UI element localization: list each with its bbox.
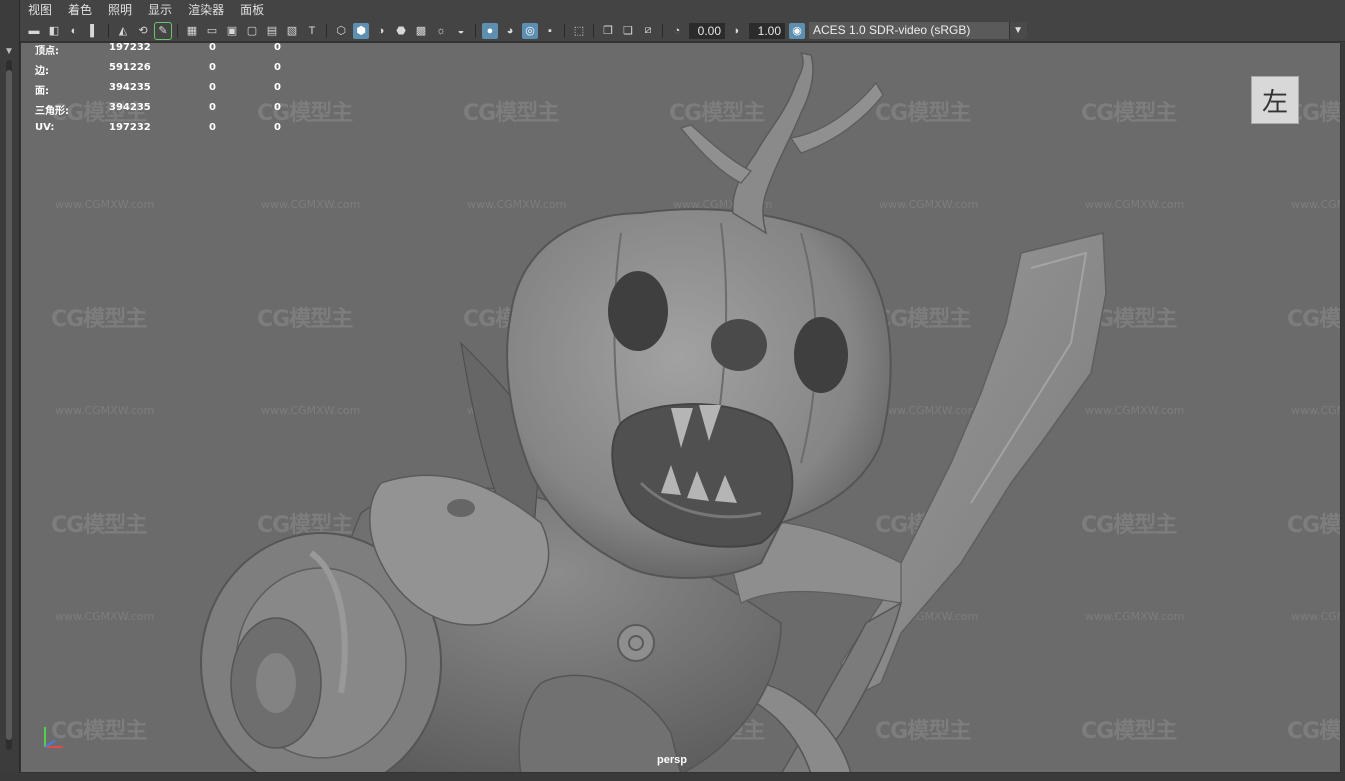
safe-title-icon[interactable]: T xyxy=(304,23,320,39)
gamma-field[interactable]: 1.00 xyxy=(749,22,785,39)
resolution-gate-icon[interactable]: ▣ xyxy=(224,23,240,39)
gate-mask-icon[interactable]: ▢ xyxy=(244,23,260,39)
hud-row-faces: 面: 394235 0 0 xyxy=(35,82,281,97)
2d-pan-zoom-icon[interactable]: ⟲ xyxy=(135,23,151,39)
pumpkin-head xyxy=(506,208,892,579)
motion-blur-icon[interactable]: ◕ xyxy=(502,23,518,39)
textured-icon[interactable]: ▩ xyxy=(413,23,429,39)
menu-show[interactable]: 显示 xyxy=(140,0,180,20)
bookmark-icon[interactable]: ▌ xyxy=(86,23,102,39)
viewport-3d[interactable]: CG模型主CG模型主CG模型主CG模型主CG模型主CG模型主CG模型主CG模型主… xyxy=(20,42,1341,773)
exposure-icon[interactable]: ◔ xyxy=(669,23,685,39)
smooth-shade-icon[interactable]: ⬢ xyxy=(353,22,369,39)
panel-menubar: 视图 着色 照明 显示 渲染器 面板 xyxy=(20,0,1345,20)
scrollbar-thumb[interactable] xyxy=(6,70,12,740)
exposure-field[interactable]: 0.00 xyxy=(689,22,725,39)
screen-space-ao-icon[interactable]: ● xyxy=(482,22,498,39)
gamma-icon[interactable]: ◗ xyxy=(729,23,745,39)
hud-row-vertices: 顶点: 197232 0 0 xyxy=(35,42,281,57)
wireframe-icon[interactable]: ⬡ xyxy=(333,23,349,39)
isolate-select-icon[interactable]: ⬚ xyxy=(571,23,587,39)
hud-row-edges: 边: 591226 0 0 xyxy=(35,62,281,77)
shadows-icon[interactable]: ◒ xyxy=(453,23,469,39)
collapse-arrow-icon[interactable]: ▼ xyxy=(4,46,14,57)
field-chart-icon[interactable]: ▤ xyxy=(264,23,280,39)
wireframe-on-shaded-icon[interactable]: ⬣ xyxy=(393,23,409,39)
panel-toolbar: ▬ ◧ ◐ ▌ ◭ ⟲ ✎ ▦ ▭ ▣ ▢ ▤ ▧ T ⬡ ⬢ ◑ ⬣ ▩ ☼ … xyxy=(20,20,1345,42)
color-management-icon[interactable]: ◉ xyxy=(789,22,805,39)
film-gate-icon[interactable]: ▭ xyxy=(204,23,220,39)
pumpkin-stem xyxy=(679,51,884,235)
default-material-icon[interactable]: ◑ xyxy=(373,23,389,39)
axis-gizmo-icon xyxy=(44,727,63,748)
xray-joints-icon[interactable]: ⧄ xyxy=(640,23,656,39)
image-plane-icon[interactable]: ◭ xyxy=(115,23,131,39)
xray-active-components-icon[interactable]: ❏ xyxy=(620,23,636,39)
xray-icon[interactable]: ❐ xyxy=(600,23,616,39)
camera-name-label: persp xyxy=(657,754,687,766)
camera-attributes-icon[interactable]: ◧ xyxy=(46,23,62,39)
view-cube[interactable]: 左 xyxy=(1251,76,1299,124)
select-camera-icon[interactable]: ▬ xyxy=(26,23,42,39)
hud-row-triangles: 三角形: 394235 0 0 xyxy=(35,102,281,117)
grid-icon[interactable]: ▦ xyxy=(184,23,200,39)
menu-renderer[interactable]: 渲染器 xyxy=(180,0,232,20)
color-space-value: ACES 1.0 SDR-video (sRGB) xyxy=(813,23,971,37)
depth-of-field-icon[interactable]: ▪ xyxy=(542,23,558,39)
menu-shading[interactable]: 着色 xyxy=(60,0,100,20)
hud-row-uvs: UV: 197232 0 0 xyxy=(35,122,281,133)
pumpkin-character-model[interactable] xyxy=(21,43,1341,773)
left-shelf-strip: ▼ xyxy=(0,0,20,781)
use-all-lights-icon[interactable]: ☼ xyxy=(433,23,449,39)
safe-action-icon[interactable]: ▧ xyxy=(284,23,300,39)
menu-panels[interactable]: 面板 xyxy=(232,0,272,20)
color-space-dropdown[interactable]: ACES 1.0 SDR-video (sRGB) ▼ xyxy=(809,22,1027,39)
menu-view[interactable]: 视图 xyxy=(20,0,60,20)
chevron-down-icon: ▼ xyxy=(1013,25,1023,36)
multisample-aa-icon[interactable]: ◎ xyxy=(522,22,538,39)
menu-lighting[interactable]: 照明 xyxy=(100,0,140,20)
bookmark-camera-icon[interactable]: ◐ xyxy=(66,23,82,39)
grease-pencil-icon[interactable]: ✎ xyxy=(154,21,172,40)
